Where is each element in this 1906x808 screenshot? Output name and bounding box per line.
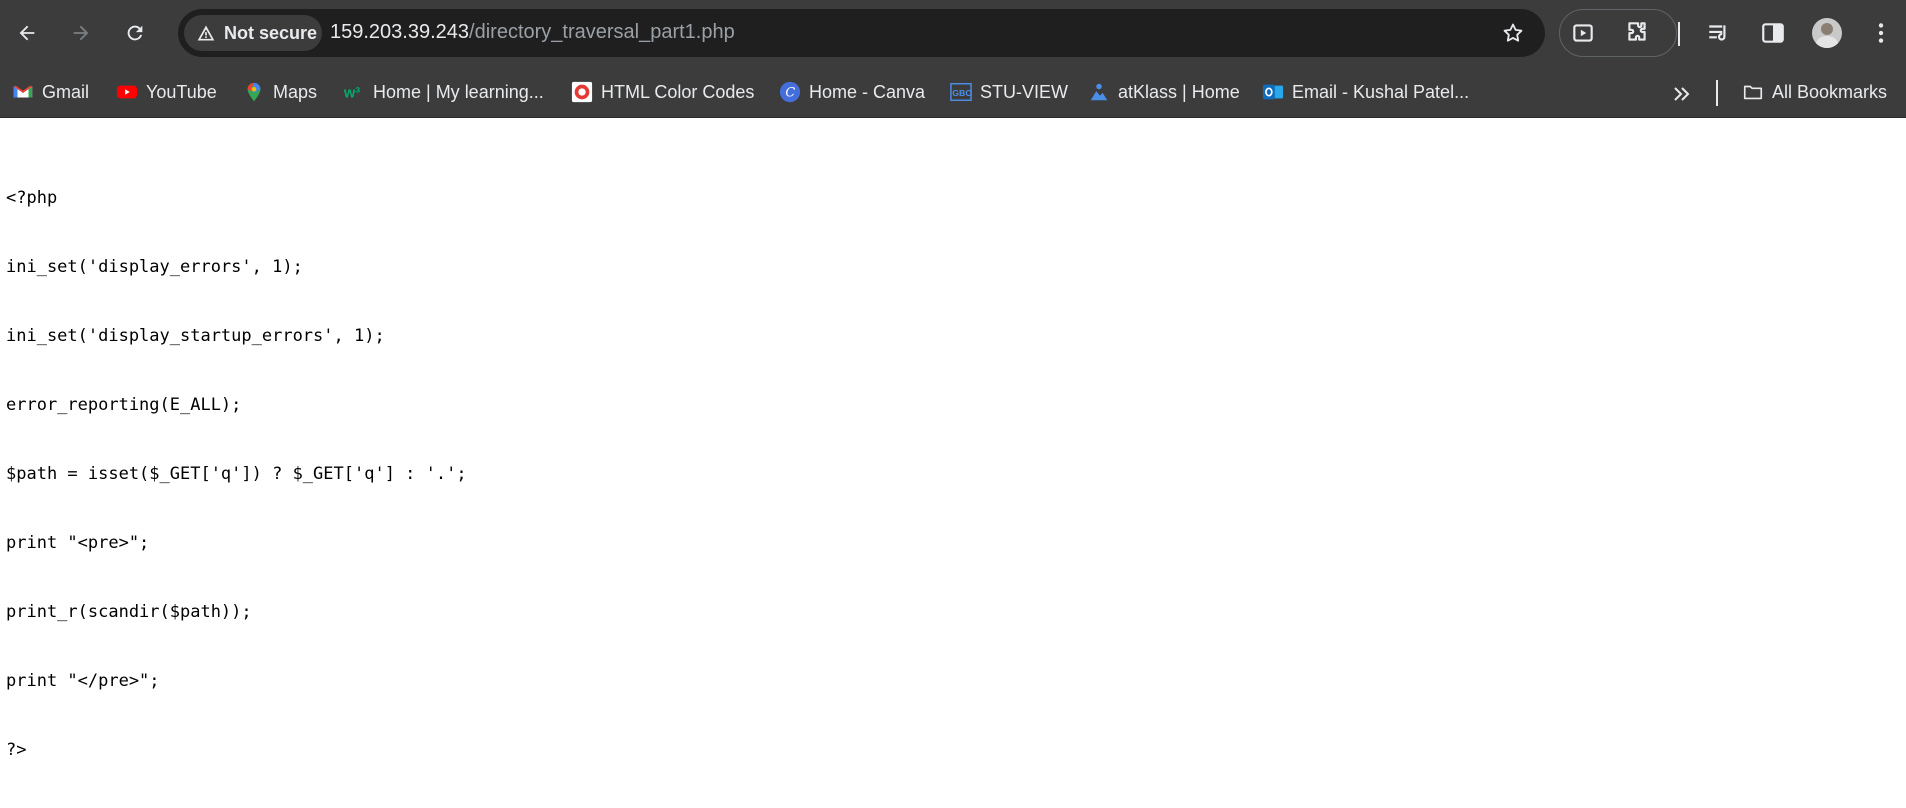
all-bookmarks-button[interactable]: All Bookmarks <box>1742 77 1887 107</box>
bookmark-label: STU-VIEW <box>980 81 1068 102</box>
gbc-icon: GBC <box>950 81 972 103</box>
profile-avatar[interactable] <box>1812 18 1842 48</box>
bookmark-label: Maps <box>273 81 318 102</box>
toolbar-divider <box>1678 22 1680 46</box>
all-bookmarks-label: All Bookmarks <box>1772 81 1888 102</box>
avatar-body <box>1816 36 1838 48</box>
security-indicator[interactable]: Not secure <box>184 15 322 51</box>
bookmark-label: Email - Kushal Patel... <box>1292 81 1470 102</box>
html-color-codes-icon <box>571 81 593 103</box>
code-line: print "</pre>"; <box>6 671 160 691</box>
reload-button[interactable] <box>117 15 153 51</box>
svg-text:w³: w³ <box>343 86 360 102</box>
puzzle-icon[interactable] <box>1624 19 1650 45</box>
code-line: print "<pre>"; <box>6 533 150 553</box>
code-line: ini_set('display_startup_errors', 1); <box>6 326 385 346</box>
arrow-right-icon <box>73 25 89 41</box>
bookmarks-bar: Gmail YouTube Maps w³ Home | My learning… <box>0 66 1906 118</box>
bookmark-stu-view[interactable]: GBC STU-VIEW <box>950 77 1068 107</box>
bookmarks-divider <box>1716 80 1718 106</box>
bookmark-canva[interactable]: C Home - Canva <box>779 77 925 107</box>
bookmark-star-icon[interactable] <box>1501 21 1525 45</box>
code-line: $path = isset($_GET['q']) ? $_GET['q'] :… <box>6 464 467 484</box>
svg-text:GBC: GBC <box>952 88 972 98</box>
atklass-icon <box>1088 81 1110 103</box>
arrow-left-icon <box>19 25 35 41</box>
outlook-icon <box>1262 81 1284 103</box>
bookmark-outlook[interactable]: Email - Kushal Patel... <box>1262 77 1469 107</box>
chevron-double-right-icon[interactable] <box>1670 82 1694 106</box>
code-line: ?> <box>6 740 27 760</box>
bookmark-maps[interactable]: Maps <box>243 77 317 107</box>
bookmark-label: HTML Color Codes <box>601 81 755 102</box>
back-button[interactable] <box>9 15 45 51</box>
source-code-block: <?php ini_set('display_errors', 1); ini_… <box>6 141 467 808</box>
forward-button[interactable] <box>63 15 99 51</box>
bookmark-label: Home - Canva <box>809 81 926 102</box>
reading-list-icon[interactable] <box>1706 20 1732 46</box>
bookmark-atklass[interactable]: atKlass | Home <box>1088 77 1240 107</box>
media-extension-icon[interactable] <box>1570 20 1596 46</box>
canva-icon: C <box>779 81 801 103</box>
page-content: <?php ini_set('display_errors', 1); ini_… <box>0 119 1906 760</box>
side-panel-icon[interactable] <box>1760 20 1786 46</box>
maps-icon <box>243 81 265 103</box>
bookmark-label: Home | My learning... <box>373 81 544 102</box>
bookmark-label: atKlass | Home <box>1118 81 1240 102</box>
address-bar[interactable]: Not secure 159.203.39.243/directory_trav… <box>178 9 1545 57</box>
code-line: error_reporting(E_ALL); <box>6 395 242 415</box>
url-text[interactable]: 159.203.39.243/directory_traversal_part1… <box>330 21 735 44</box>
folder-icon <box>1742 81 1764 103</box>
bookmark-label: YouTube <box>146 81 217 102</box>
bookmark-w3schools[interactable]: w³ Home | My learning... <box>343 77 544 107</box>
url-path: /directory_traversal_part1.php <box>469 21 735 43</box>
code-line: print_r(scandir($path)); <box>6 602 252 622</box>
reload-icon <box>127 25 143 41</box>
security-label: Not secure <box>224 22 318 43</box>
avatar-head <box>1821 23 1833 35</box>
bookmark-label: Gmail <box>42 81 90 102</box>
url-host: 159.203.39.243 <box>330 21 470 43</box>
warning-icon <box>197 25 215 41</box>
svg-text:C: C <box>785 86 795 101</box>
gmail-icon <box>12 81 34 103</box>
browser-toolbar: Not secure 159.203.39.243/directory_trav… <box>0 0 1906 66</box>
bookmark-html-color-codes[interactable]: HTML Color Codes <box>571 77 754 107</box>
bookmark-gmail[interactable]: Gmail <box>12 77 89 107</box>
more-vert-icon[interactable] <box>1868 20 1894 46</box>
code-line: <?php <box>6 188 58 208</box>
w3schools-icon: w³ <box>343 81 365 103</box>
code-line: ini_set('display_errors', 1); <box>6 257 303 277</box>
youtube-icon <box>116 81 138 103</box>
bookmark-youtube[interactable]: YouTube <box>116 77 217 107</box>
